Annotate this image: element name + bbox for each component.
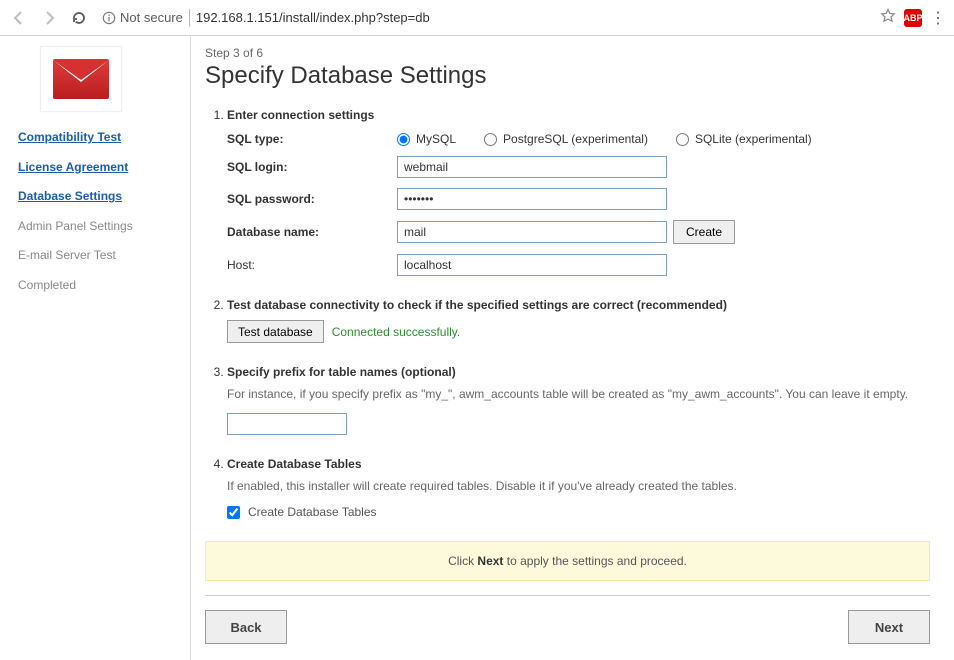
section-test: Test database connectivity to check if t… xyxy=(227,298,930,343)
host-label: Host: xyxy=(227,258,397,272)
sidebar-item-database[interactable]: Database Settings xyxy=(18,189,184,205)
section-create-tables-title: Create Database Tables xyxy=(227,457,362,471)
bookmark-star-icon[interactable] xyxy=(880,8,896,27)
sidebar-item-compatibility[interactable]: Compatibility Test xyxy=(18,130,184,146)
create-tables-checkbox-label: Create Database Tables xyxy=(248,505,377,519)
radio-mysql-input[interactable] xyxy=(397,133,410,146)
section-test-title: Test database connectivity to check if t… xyxy=(227,298,727,312)
sql-password-label: SQL password: xyxy=(227,192,397,206)
db-name-input[interactable] xyxy=(397,221,667,243)
main-content: Step 3 of 6 Specify Database Settings En… xyxy=(190,36,954,660)
sql-login-input[interactable] xyxy=(397,156,667,178)
section-prefix: Specify prefix for table names (optional… xyxy=(227,365,930,435)
info-icon xyxy=(102,11,116,25)
radio-mysql[interactable]: MySQL xyxy=(397,132,456,146)
radio-sqlite-input[interactable] xyxy=(676,133,689,146)
sidebar-item-email: E-mail Server Test xyxy=(18,248,184,264)
back-button[interactable]: Back xyxy=(205,610,287,644)
url-text: 192.168.1.151/install/index.php?step=db xyxy=(196,10,430,25)
apply-notice: Click Next to apply the settings and pro… xyxy=(205,541,930,581)
forward-nav-icon[interactable] xyxy=(38,7,60,29)
prefix-input[interactable] xyxy=(227,413,347,435)
prefix-help: For instance, if you specify prefix as "… xyxy=(227,385,930,403)
create-db-button[interactable]: Create xyxy=(673,220,735,244)
sidebar: Compatibility Test License Agreement Dat… xyxy=(0,36,190,660)
page-title: Specify Database Settings xyxy=(205,62,930,90)
create-tables-checkbox[interactable] xyxy=(227,506,240,519)
db-name-label: Database name: xyxy=(227,225,397,239)
back-nav-icon[interactable] xyxy=(8,7,30,29)
sidebar-item-license[interactable]: License Agreement xyxy=(18,160,184,176)
insecure-badge: Not secure xyxy=(102,10,183,25)
abp-icon[interactable]: ABP xyxy=(904,9,922,27)
test-ok-message: Connected successfully. xyxy=(332,325,461,339)
url-separator xyxy=(189,9,190,27)
radio-postgres-input[interactable] xyxy=(484,133,497,146)
section-connection-title: Enter connection settings xyxy=(227,108,374,122)
insecure-label: Not secure xyxy=(120,10,183,25)
sidebar-item-admin: Admin Panel Settings xyxy=(18,219,184,235)
menu-kebab-icon[interactable]: ⋮ xyxy=(930,8,946,28)
test-db-button[interactable]: Test database xyxy=(227,320,324,343)
create-tables-help: If enabled, this installer will create r… xyxy=(227,477,930,495)
app-logo xyxy=(40,46,122,112)
url-bar[interactable]: Not secure 192.168.1.151/install/index.p… xyxy=(98,5,872,31)
sql-type-label: SQL type: xyxy=(227,132,397,146)
host-input[interactable] xyxy=(397,254,667,276)
next-button[interactable]: Next xyxy=(848,610,930,644)
radio-postgres[interactable]: PostgreSQL (experimental) xyxy=(484,132,648,146)
section-create-tables: Create Database Tables If enabled, this … xyxy=(227,457,930,519)
reload-icon[interactable] xyxy=(68,7,90,29)
browser-toolbar: Not secure 192.168.1.151/install/index.p… xyxy=(0,0,954,36)
section-prefix-title: Specify prefix for table names (optional… xyxy=(227,365,456,379)
radio-sqlite[interactable]: SQLite (experimental) xyxy=(676,132,812,146)
sidebar-item-completed: Completed xyxy=(18,278,184,294)
sql-password-input[interactable] xyxy=(397,188,667,210)
step-indicator: Step 3 of 6 xyxy=(205,46,930,60)
section-connection: Enter connection settings SQL type: MySQ… xyxy=(227,108,930,276)
sql-login-label: SQL login: xyxy=(227,160,397,174)
